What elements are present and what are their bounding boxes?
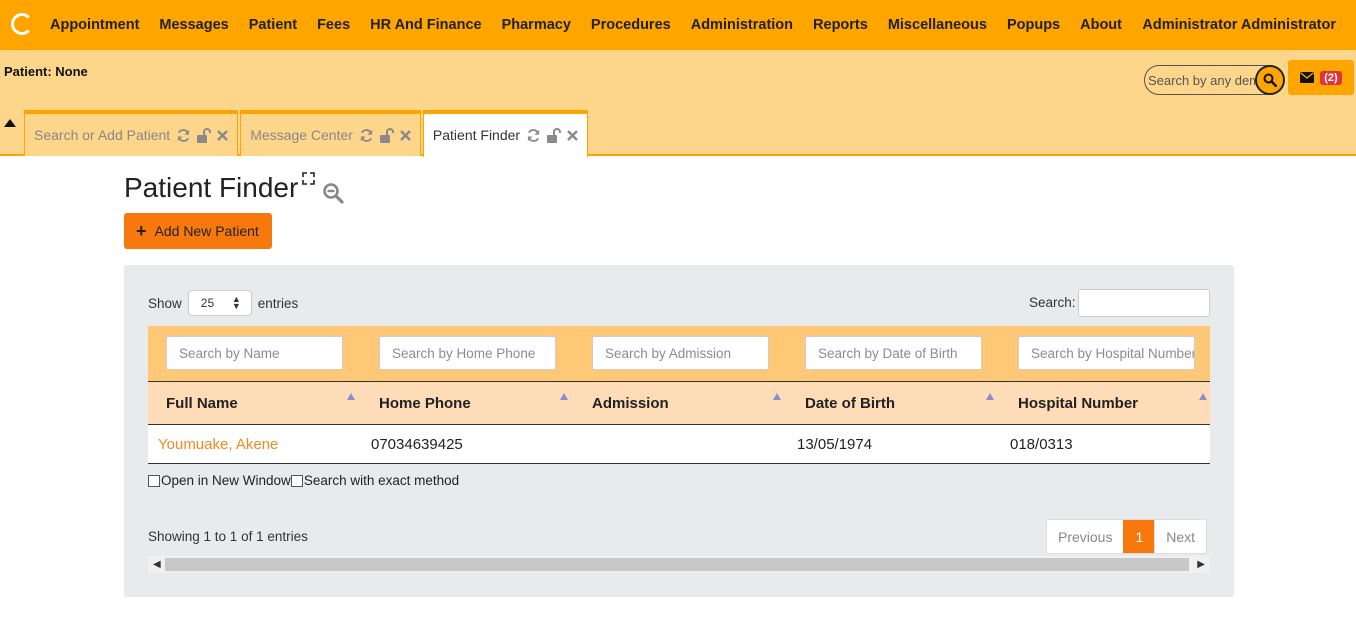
table-search-label: Search: bbox=[1029, 295, 1076, 310]
table-row[interactable]: Youmuake, Akene 07034639425 13/05/1974 0… bbox=[148, 425, 1210, 464]
column-header-date-of-birth[interactable]: Date of Birth bbox=[805, 395, 895, 412]
page-1-button[interactable]: 1 bbox=[1123, 520, 1156, 553]
zoom-out-icon[interactable] bbox=[322, 182, 344, 204]
sort-asc-icon[interactable] bbox=[347, 393, 355, 400]
unlock-icon[interactable] bbox=[197, 127, 212, 143]
cell-date-of-birth: 13/05/1974 bbox=[797, 436, 873, 453]
tab-label: Message Center bbox=[250, 127, 353, 143]
nav-item-miscellaneous[interactable]: Miscellaneous bbox=[878, 17, 997, 33]
filter-admission-input[interactable] bbox=[592, 336, 769, 370]
global-search-button[interactable] bbox=[1255, 65, 1285, 95]
previous-page-button[interactable]: Previous bbox=[1047, 520, 1123, 553]
nav-item-appointment[interactable]: Appointment bbox=[40, 17, 149, 33]
top-nav: Appointment Messages Patient Fees HR And… bbox=[0, 0, 1356, 50]
nav-item-procedures[interactable]: Procedures bbox=[581, 17, 681, 33]
filter-home-phone-input[interactable] bbox=[379, 336, 556, 370]
nav-item-patient[interactable]: Patient bbox=[239, 17, 307, 33]
entries-length-control: Show 25 ▲ ▼ entries bbox=[148, 290, 298, 316]
sort-asc-icon[interactable] bbox=[1199, 393, 1207, 400]
nav-item-reports[interactable]: Reports bbox=[803, 17, 878, 33]
add-new-patient-label: Add New Patient bbox=[154, 223, 259, 239]
global-search-input[interactable] bbox=[1145, 66, 1257, 94]
close-icon[interactable] bbox=[567, 129, 578, 141]
scrollbar-thumb[interactable] bbox=[165, 558, 1189, 571]
table-header-row: Full Name Home Phone Admission Date of B… bbox=[148, 381, 1210, 425]
patient-name-link[interactable]: Youmuake, Akene bbox=[158, 436, 278, 453]
refresh-icon[interactable] bbox=[526, 128, 541, 143]
nav-item-administration[interactable]: Administration bbox=[681, 17, 803, 33]
column-header-hospital-number[interactable]: Hospital Number bbox=[1018, 395, 1138, 412]
filter-dob-input[interactable] bbox=[805, 336, 982, 370]
select-caret-icon: ▲ ▼ bbox=[231, 294, 241, 311]
entries-label: entries bbox=[257, 295, 299, 311]
column-header-full-name[interactable]: Full Name bbox=[166, 395, 238, 412]
plus-icon: + bbox=[136, 221, 147, 241]
messages-button[interactable]: (2) bbox=[1288, 60, 1354, 95]
sort-asc-icon[interactable] bbox=[560, 393, 568, 400]
nav-menu: Appointment Messages Patient Fees HR And… bbox=[40, 0, 1132, 50]
scroll-left-icon[interactable]: ◀ bbox=[153, 559, 161, 570]
tab-bar: Search or Add Patient Message Center Pat… bbox=[24, 110, 589, 158]
sort-asc-icon[interactable] bbox=[986, 393, 994, 400]
tab-label: Patient Finder bbox=[432, 127, 521, 143]
column-filter-row bbox=[148, 326, 1210, 381]
scroll-right-icon[interactable]: ▶ bbox=[1197, 559, 1205, 570]
search-options: Open in New Window Search with exact met… bbox=[148, 473, 459, 488]
collapse-header-icon[interactable] bbox=[4, 119, 16, 127]
page-title: Patient Finder bbox=[124, 172, 299, 203]
column-header-admission[interactable]: Admission bbox=[592, 395, 669, 412]
nav-item-messages[interactable]: Messages bbox=[149, 17, 238, 33]
tab-patient-finder[interactable]: Patient Finder bbox=[422, 110, 589, 158]
pagination: Previous 1 Next bbox=[1046, 519, 1208, 554]
entries-value: 25 bbox=[200, 296, 215, 310]
nav-item-hr-and-finance[interactable]: HR And Finance bbox=[360, 17, 491, 33]
column-header-home-phone[interactable]: Home Phone bbox=[379, 395, 471, 412]
expand-icon[interactable] bbox=[302, 172, 315, 185]
search-icon bbox=[1263, 73, 1277, 87]
table-info: Showing 1 to 1 of 1 entries bbox=[148, 529, 308, 544]
nav-item-pharmacy[interactable]: Pharmacy bbox=[492, 17, 581, 33]
app-logo-icon[interactable] bbox=[11, 13, 33, 35]
show-label: Show bbox=[148, 295, 182, 311]
current-patient-label: Patient: None bbox=[4, 64, 88, 79]
table-search-input[interactable] bbox=[1078, 289, 1210, 317]
nav-item-fees[interactable]: Fees bbox=[307, 17, 360, 33]
exact-method-checkbox[interactable] bbox=[290, 474, 303, 487]
tab-label: Search or Add Patient bbox=[34, 127, 171, 143]
horizontal-scrollbar[interactable]: ◀ ▶ bbox=[148, 556, 1210, 573]
tab-message-center[interactable]: Message Center bbox=[240, 110, 421, 156]
open-new-window-checkbox[interactable] bbox=[148, 474, 160, 487]
sort-asc-icon[interactable] bbox=[773, 393, 781, 400]
entries-select[interactable]: 25 ▲ ▼ bbox=[187, 290, 252, 316]
unlock-icon[interactable] bbox=[547, 127, 562, 143]
envelope-icon bbox=[1300, 72, 1315, 83]
filter-name-input[interactable] bbox=[166, 336, 343, 370]
nav-item-popups[interactable]: Popups bbox=[997, 17, 1070, 33]
filter-hospital-number-input[interactable] bbox=[1018, 336, 1195, 370]
user-menu[interactable]: Administrator Administrator bbox=[1142, 0, 1336, 50]
refresh-icon[interactable] bbox=[359, 128, 374, 143]
nav-item-about[interactable]: About bbox=[1070, 17, 1132, 33]
refresh-icon[interactable] bbox=[176, 128, 191, 143]
unread-count-badge: (2) bbox=[1320, 70, 1342, 85]
unlock-icon[interactable] bbox=[379, 127, 394, 143]
cell-hospital-number: 018/0313 bbox=[1010, 436, 1073, 453]
open-new-window-label: Open in New Window bbox=[161, 473, 291, 488]
add-new-patient-button[interactable]: + Add New Patient bbox=[124, 213, 272, 249]
exact-method-label: Search with exact method bbox=[303, 473, 460, 488]
next-page-button[interactable]: Next bbox=[1155, 520, 1206, 553]
cell-home-phone: 07034639425 bbox=[371, 436, 463, 453]
close-icon[interactable] bbox=[217, 129, 229, 141]
patient-table-panel: Show 25 ▲▼ entries Search: Full Name Hom… bbox=[124, 265, 1234, 597]
tab-search-or-add-patient[interactable]: Search or Add Patient bbox=[24, 110, 239, 156]
close-icon[interactable] bbox=[400, 129, 411, 141]
